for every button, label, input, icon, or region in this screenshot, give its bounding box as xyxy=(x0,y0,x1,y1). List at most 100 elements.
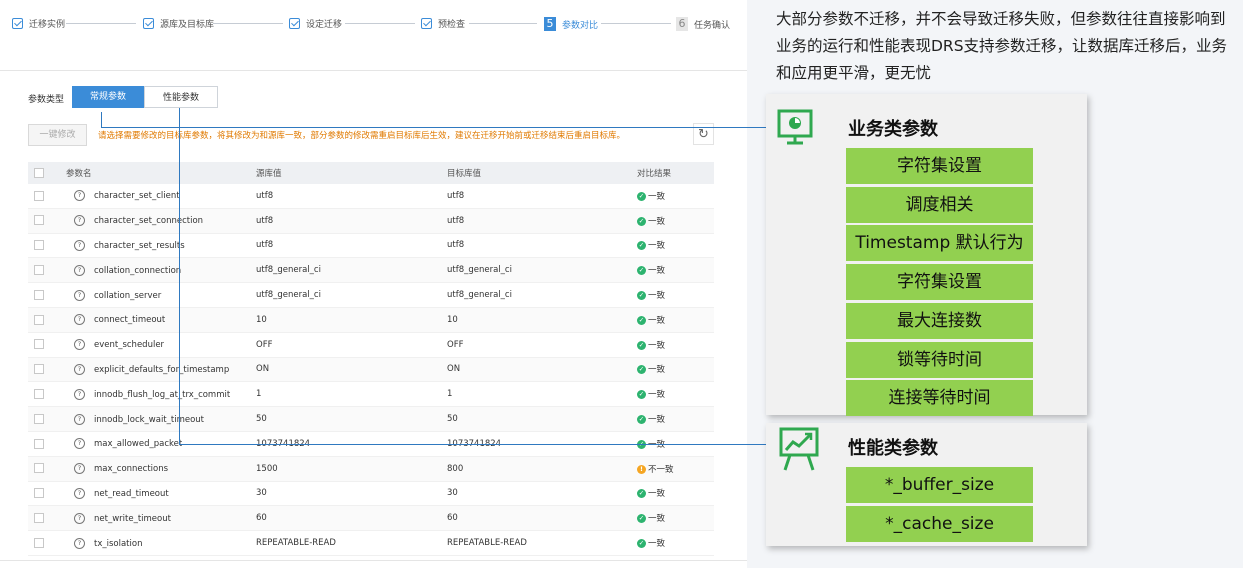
col-header-result: 对比结果 xyxy=(637,162,714,184)
compare-result-cell: ✓一致 xyxy=(637,184,714,209)
target-value: 50 xyxy=(447,406,637,432)
table-row: ? collation_server utf8_general_ci utf8_gen… xyxy=(28,282,714,308)
step-label: 预检查 xyxy=(438,20,466,30)
help-icon[interactable]: ? xyxy=(74,388,85,400)
param-tag: Timestamp 默认行为 xyxy=(846,225,1033,262)
help-icon[interactable]: ? xyxy=(74,512,85,524)
compare-result-cell: ! 不一致 xyxy=(637,456,714,482)
help-icon[interactable]: ? xyxy=(74,413,85,425)
select-all-checkbox[interactable] xyxy=(34,167,44,178)
select-all-header[interactable] xyxy=(28,162,66,184)
compare-result-cell: ✓一致 xyxy=(637,282,714,308)
param-tag: 最大连接数 xyxy=(846,302,1033,339)
compare-result: 一致 xyxy=(648,390,666,401)
param-name-cell: ? net_write_timeout xyxy=(66,505,256,532)
table-row: ? explicit_defaults_for_timestamp ON ON ✓ 一致 xyxy=(28,357,714,383)
compare-result: 一致 xyxy=(648,340,666,351)
table-row: ? innodb_flush_log_at_trx_commit 1 1 ✓ 一致 xyxy=(28,381,714,408)
tab-performance-params[interactable]: 性能参数 xyxy=(144,86,218,108)
table-row: ? net_write_timeout 60 60 ✓ 一致 xyxy=(28,505,714,532)
step-number: 5 xyxy=(544,17,556,31)
step-connector xyxy=(469,23,537,24)
row-checkbox[interactable] xyxy=(34,364,44,375)
help-icon[interactable]: ? xyxy=(74,438,85,450)
row-checkbox[interactable] xyxy=(34,265,44,276)
row-checkbox[interactable] xyxy=(34,413,44,424)
help-icon[interactable]: ? xyxy=(74,215,85,227)
help-icon[interactable]: ? xyxy=(74,239,85,251)
help-icon[interactable]: ? xyxy=(74,487,85,499)
connector-line xyxy=(179,108,180,445)
param-name-cell: ? character_set_results xyxy=(66,233,256,259)
param-name: collation_server xyxy=(94,290,162,301)
source-value: utf8_general_ci xyxy=(256,257,447,284)
table-row: ? character_set_connection utf8 utf8 ✓ 一致 xyxy=(28,208,714,234)
row-checkbox[interactable] xyxy=(34,389,44,400)
param-tag: 字符集设置 xyxy=(846,264,1033,301)
source-value: 10 xyxy=(256,307,447,333)
table-header-row: 参数名 源库值 目标库值 对比结果 xyxy=(28,162,714,184)
table-row: ? character_set_client utf8 utf8 ✓ 一致 xyxy=(28,184,714,209)
status-ok-icon: ✓ xyxy=(637,216,646,226)
row-checkbox[interactable] xyxy=(34,537,44,548)
status-ok-icon: ✓ xyxy=(637,241,646,251)
param-name: innodb_flush_log_at_trx_commit xyxy=(94,389,231,400)
row-checkbox[interactable] xyxy=(34,438,44,449)
compare-result: 一致 xyxy=(648,365,666,376)
compare-result: 一致 xyxy=(648,266,666,277)
help-icon[interactable]: ? xyxy=(74,289,85,301)
row-checkbox[interactable] xyxy=(34,339,44,350)
table-row: ? innodb_lock_wait_timeout 50 50 ✓ 一致 xyxy=(28,406,714,432)
help-icon[interactable]: ? xyxy=(74,190,85,202)
row-checkbox[interactable] xyxy=(34,513,44,523)
compare-result: 不一致 xyxy=(648,464,674,475)
param-name-cell: ? net_read_timeout xyxy=(66,481,256,507)
step-6: 6 任务确认 xyxy=(676,17,730,31)
table-row: ? event_scheduler OFF OFF ✓ 一致 xyxy=(28,332,714,358)
row-checkbox[interactable] xyxy=(34,240,44,251)
one-click-modify-button[interactable]: 一键修改 xyxy=(28,124,87,146)
target-value: utf8_general_ci xyxy=(447,282,637,308)
tab-general-params[interactable]: 常规参数 xyxy=(72,86,144,108)
row-checkbox[interactable] xyxy=(34,488,44,499)
compare-result-cell: ✓一致 xyxy=(637,357,714,383)
param-name: max_connections xyxy=(94,464,169,475)
step-2: 源库及目标库 xyxy=(143,17,214,30)
row-checkbox[interactable] xyxy=(34,190,44,201)
target-value: utf8 xyxy=(447,233,637,259)
param-name-cell: ? explicit_defaults_for_timestamp xyxy=(66,357,256,383)
help-icon[interactable]: ? xyxy=(74,537,85,549)
param-name: connect_timeout xyxy=(94,315,166,326)
connector-line xyxy=(101,112,102,128)
help-icon[interactable]: ? xyxy=(74,339,85,351)
status-ok-icon: ✓ xyxy=(637,390,646,400)
step-label: 源库及目标库 xyxy=(160,20,215,30)
row-checkbox[interactable] xyxy=(34,289,44,300)
step-number: 6 xyxy=(676,17,688,31)
param-name-cell: ? connect_timeout xyxy=(66,307,256,333)
source-value: utf8 xyxy=(256,208,447,234)
help-icon[interactable]: ? xyxy=(74,314,85,326)
row-checkbox[interactable] xyxy=(34,314,44,325)
param-name-cell: ? collation_connection xyxy=(66,257,256,284)
compare-result-cell: ✓一致 xyxy=(637,505,714,532)
param-name-cell: ? innodb_lock_wait_timeout xyxy=(66,406,256,432)
row-select-cell xyxy=(28,505,66,532)
compare-result-cell: ✓一致 xyxy=(637,381,714,408)
help-icon[interactable]: ? xyxy=(74,264,85,276)
param-name-cell: ? character_set_client xyxy=(66,184,256,209)
row-checkbox[interactable] xyxy=(34,463,44,474)
target-value: OFF xyxy=(447,332,637,358)
help-icon[interactable]: ? xyxy=(74,463,85,475)
param-name-cell: ? max_connections xyxy=(66,456,256,482)
step-connector xyxy=(345,23,415,24)
param-name-cell: ? innodb_flush_log_at_trx_commit xyxy=(66,381,256,408)
status-ok-icon: ✓ xyxy=(637,539,646,549)
status-ok-icon: ✓ xyxy=(637,191,646,201)
compare-result-cell: ✓一致 xyxy=(637,481,714,507)
param-name: character_set_client xyxy=(94,191,180,202)
target-value: 800 xyxy=(447,456,637,482)
row-select-cell xyxy=(28,530,66,556)
help-icon[interactable]: ? xyxy=(74,363,85,375)
row-checkbox[interactable] xyxy=(34,215,44,226)
